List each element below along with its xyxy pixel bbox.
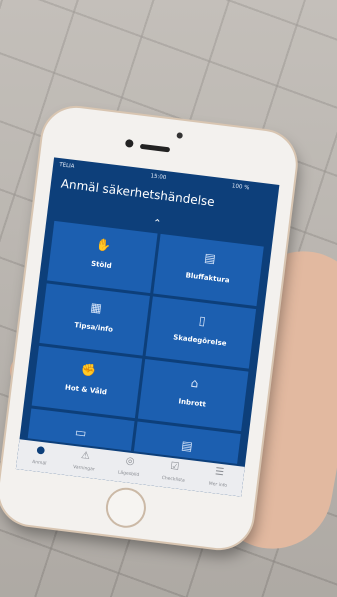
tile-bluffaktura[interactable]: ▤ Bluffaktura	[153, 233, 264, 307]
threat-icon: ✊	[80, 362, 97, 378]
carrier-label: TELIA	[58, 162, 75, 170]
report-icon: ●	[35, 444, 46, 457]
map-icon: ◎	[125, 455, 136, 468]
tab-mer-info[interactable]: ☰ Mer info	[194, 461, 242, 496]
break-in-icon: ⌂	[189, 375, 200, 391]
front-camera	[124, 138, 134, 148]
tab-label: Mer info	[208, 481, 228, 489]
checklist-icon: ☑	[169, 460, 180, 473]
more-info-icon: ☰	[214, 466, 225, 479]
proximity-sensor	[176, 132, 184, 139]
home-button[interactable]	[103, 485, 149, 531]
tile-tipsa-info[interactable]: ▦ Tipsa/info	[39, 283, 150, 356]
app-screen: TELIA 15:00 100 % Anmäl säkerhetshändels…	[15, 157, 280, 497]
tab-anmal[interactable]: ● Anmäl	[16, 439, 64, 474]
smartphone: TELIA 15:00 100 % Anmäl säkerhetshändels…	[0, 104, 300, 552]
warning-icon: ⚠	[80, 449, 91, 462]
spray-can-icon: ▯	[198, 313, 207, 328]
tile-stold[interactable]: ✋ Stöld	[47, 220, 158, 294]
invoice-icon: ▤	[203, 250, 217, 266]
tab-varningar[interactable]: ⚠ Varningar	[60, 445, 108, 480]
tile-hot-vald[interactable]: ✊ Hot & Våld	[31, 345, 143, 419]
chevron-up-icon[interactable]: ⌃	[152, 218, 162, 230]
tile-label: Hot & Våld	[64, 383, 108, 397]
tab-label: Anmäl	[31, 459, 47, 467]
theft-icon: ✋	[95, 237, 113, 253]
tab-checklista[interactable]: ☑ Checklista	[150, 456, 198, 491]
clock-label: 15:00	[150, 173, 167, 182]
tile-label: Stöld	[90, 259, 113, 271]
tile-label: Inbrott	[178, 397, 207, 409]
battery-label: 100 %	[231, 183, 250, 192]
tab-label: Varningar	[72, 464, 95, 473]
tile-label: Skadegörelse	[172, 333, 227, 348]
tab-label: Checklista	[161, 475, 186, 484]
tile-label: Bluffaktura	[185, 271, 231, 285]
earpiece-speaker	[139, 143, 171, 153]
tile-label: Tipsa/info	[73, 321, 114, 334]
tab-label: Lägesbild	[117, 470, 140, 479]
tile-inbrott[interactable]: ⌂ Inbrott	[137, 358, 249, 432]
tile-skadegorelse[interactable]: ▯ Skadegörelse	[145, 296, 257, 369]
photo-scene: TELIA 15:00 100 % Anmäl säkerhetshändels…	[0, 0, 337, 597]
info-board-icon: ▦	[89, 299, 103, 316]
tab-lagesbild[interactable]: ◎ Lägesbild	[105, 450, 153, 485]
